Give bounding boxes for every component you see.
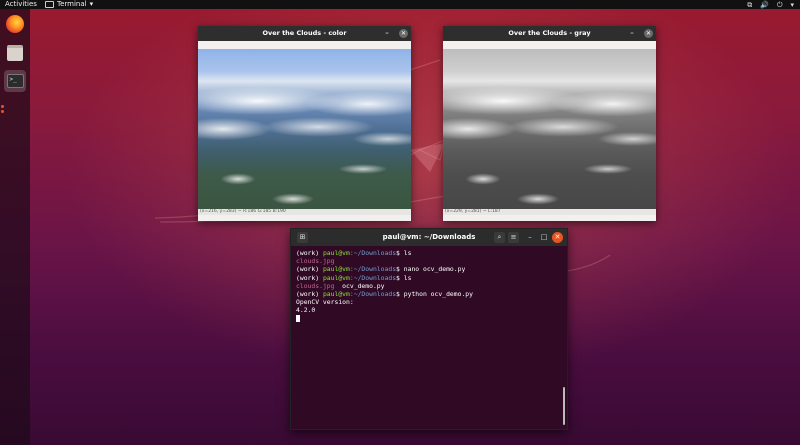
prompt-symbol: $ <box>396 273 404 282</box>
terminal-line: OpenCV version: <box>296 298 562 306</box>
terminal-window[interactable]: ⊞ paul@vm: ~/Downloads ⌕ ≡ – □ ✕ (work) … <box>290 228 568 430</box>
terminal-line: clouds.jpg <box>296 257 562 265</box>
prompt-user: paul@vm <box>322 290 350 299</box>
prompt-symbol: $ <box>396 249 404 257</box>
dock-item-firefox[interactable] <box>4 13 26 35</box>
prompt-env: (work) <box>296 273 323 282</box>
terminal-line: (work) paul@vm:~/Downloads$ nano ocv_dem… <box>296 265 562 273</box>
minimize-button[interactable]: – <box>383 28 391 38</box>
output-text: 4.2.0 <box>296 306 316 315</box>
prompt-symbol: $ <box>396 265 404 274</box>
dock-item-terminal[interactable]: >_ <box>4 70 26 92</box>
close-button[interactable]: ✕ <box>552 232 563 243</box>
window-color[interactable]: Over the Clouds - color – ✕ (x=216, y=28… <box>198 26 411 221</box>
terminal-icon: >_ <box>6 74 24 88</box>
prompt-user: paul@vm <box>322 249 350 257</box>
minimize-button[interactable]: – <box>525 232 535 243</box>
terminal-output[interactable]: (work) paul@vm:~/Downloads$ ls clouds.jpg… <box>291 246 567 326</box>
clouds-gray-image[interactable] <box>443 49 656 209</box>
prompt-env: (work) <box>296 290 323 299</box>
running-indicator <box>1 105 4 108</box>
maximize-button[interactable]: □ <box>539 232 549 243</box>
power-icon: ⏻ <box>776 1 783 9</box>
terminal-titlebar[interactable]: ⊞ paul@vm: ~/Downloads ⌕ ≡ – □ ✕ <box>291 229 567 246</box>
close-button[interactable]: ✕ <box>399 29 408 38</box>
terminal-small-icon <box>45 1 54 8</box>
prompt-path: :~/Downloads <box>349 249 397 257</box>
app-menu[interactable]: Terminal ▾ <box>45 0 93 9</box>
terminal-line: 4.2.0 <box>296 306 562 314</box>
firefox-icon <box>6 15 24 33</box>
running-indicator <box>1 110 4 113</box>
window-toolbar <box>443 41 656 49</box>
terminal-line: (work) paul@vm:~/Downloads$ python ocv_d… <box>296 290 562 298</box>
prompt-path: :~/Downloads <box>349 265 397 274</box>
output-text: OpenCV version: <box>296 298 354 307</box>
file-entry: ocv_demo.py <box>334 281 385 290</box>
clouds-color-image[interactable] <box>198 49 411 209</box>
file-entry: clouds.jpg <box>296 281 335 290</box>
text-cursor <box>296 314 300 322</box>
command-text: ls <box>403 273 412 282</box>
prompt-env: (work) <box>296 249 323 257</box>
dock-item-files[interactable] <box>4 42 26 64</box>
system-tray[interactable]: ⧉ 🔊 ⏻ ▾ <box>747 1 794 10</box>
scrollbar[interactable] <box>563 387 565 425</box>
command-text: ls <box>403 249 412 257</box>
app-menu-label: Terminal <box>57 0 87 8</box>
window-title: Over the Clouds - color <box>262 29 347 37</box>
terminal-line: (work) paul@vm:~/Downloads$ ls <box>296 249 562 257</box>
chevron-down-icon: ▾ <box>790 1 794 9</box>
terminal-line: clouds.jpg ocv_demo.py <box>296 282 562 290</box>
window-titlebar[interactable]: Over the Clouds - color – ✕ <box>198 26 411 41</box>
window-toolbar <box>198 41 411 49</box>
prompt-path: :~/Downloads <box>349 273 397 282</box>
search-button[interactable]: ⌕ <box>494 232 505 243</box>
volume-icon: 🔊 <box>760 1 769 9</box>
prompt-user: paul@vm <box>322 273 350 282</box>
activities-button[interactable]: Activities <box>5 0 37 9</box>
network-icon: ⧉ <box>747 1 753 9</box>
prompt-user: paul@vm <box>322 265 350 274</box>
chevron-down-icon: ▾ <box>89 0 94 8</box>
close-button[interactable]: ✕ <box>644 29 653 38</box>
menu-button[interactable]: ≡ <box>508 232 519 243</box>
prompt-env: (work) <box>296 265 323 274</box>
window-gray[interactable]: Over the Clouds - gray – ✕ (x=229, y=281… <box>443 26 656 221</box>
top-bar: Activities Terminal ▾ ⧉ 🔊 ⏻ ▾ <box>0 0 800 9</box>
terminal-line: (work) paul@vm:~/Downloads$ ls <box>296 274 562 282</box>
window-title: Over the Clouds - gray <box>508 29 591 37</box>
terminal-cursor-line <box>296 314 562 323</box>
dock: >_ <box>0 9 30 445</box>
folder-icon <box>7 45 23 61</box>
prompt-symbol: $ <box>396 290 404 299</box>
command-text: python ocv_demo.py <box>403 290 474 299</box>
minimize-button[interactable]: – <box>628 28 636 38</box>
pixel-status-bar: (x=229, y=281) ~ L:187 <box>443 209 656 215</box>
prompt-path: :~/Downloads <box>349 290 397 299</box>
file-entry: clouds.jpg <box>296 257 335 266</box>
pixel-status-bar: (x=216, y=283) ~ R:186 G:185 B:190 <box>198 209 411 215</box>
command-text: nano ocv_demo.py <box>403 265 466 274</box>
window-titlebar[interactable]: Over the Clouds - gray – ✕ <box>443 26 656 41</box>
